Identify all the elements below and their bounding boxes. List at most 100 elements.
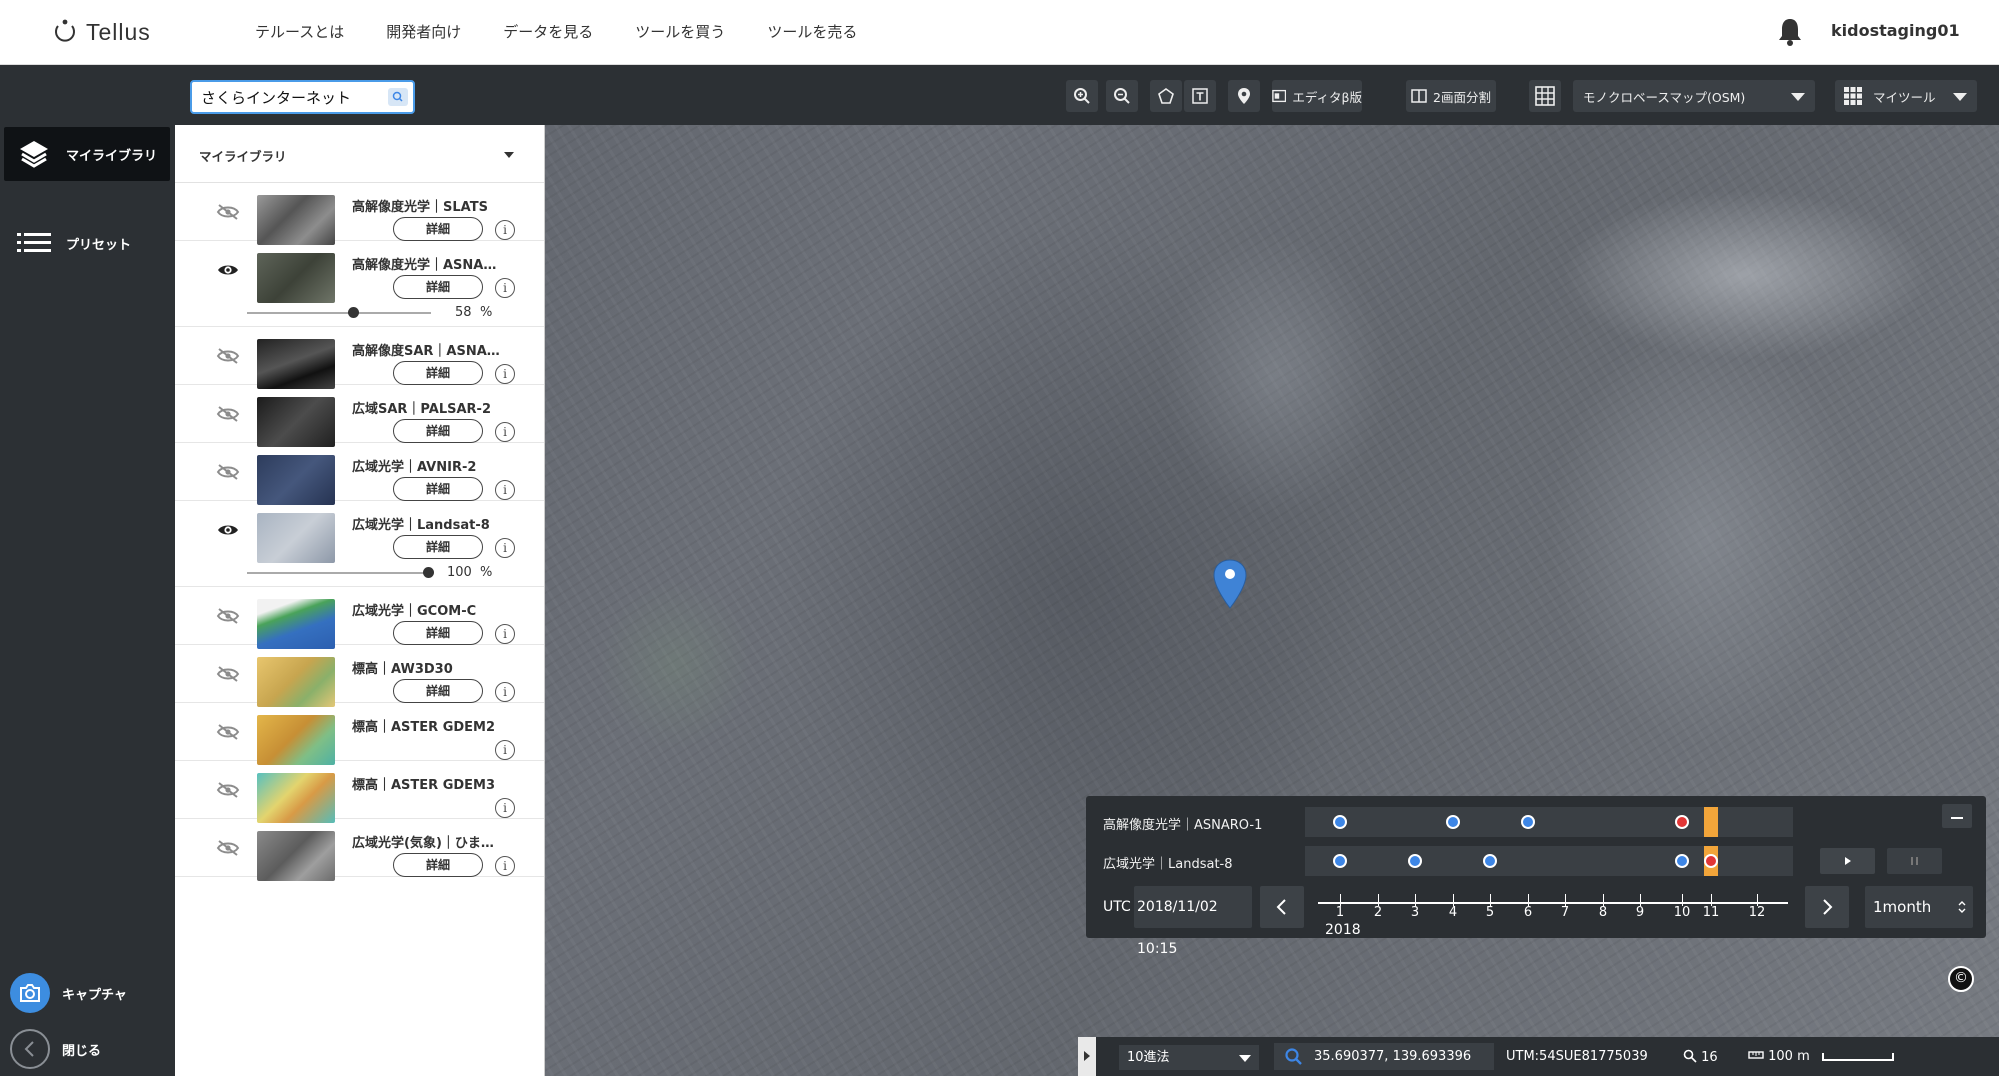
layer-row[interactable]: 広域SAR｜PALSAR-2 詳細 i bbox=[175, 385, 544, 447]
nav-sell-tools[interactable]: ツールを売る bbox=[767, 20, 857, 44]
pause-button[interactable] bbox=[1887, 848, 1942, 874]
layer-detail-button[interactable]: 詳細 bbox=[393, 419, 483, 443]
info-icon[interactable]: i bbox=[495, 422, 515, 442]
preset-button[interactable]: プリセット bbox=[4, 216, 170, 270]
nav-buy-tools[interactable]: ツールを買う bbox=[635, 20, 725, 44]
draw-polygon-button[interactable] bbox=[1150, 80, 1182, 112]
attribution-button[interactable]: © bbox=[1948, 966, 1974, 992]
layer-row[interactable]: 標高｜ASTER GDEM2 i bbox=[175, 703, 544, 765]
apps-grid-icon bbox=[1844, 87, 1862, 105]
opacity-track[interactable] bbox=[247, 312, 431, 314]
username[interactable]: kidostaging01 bbox=[1831, 21, 1960, 40]
split-screen-button[interactable]: 2画面分割 bbox=[1406, 80, 1496, 112]
my-tools-button[interactable]: マイツール bbox=[1835, 80, 1977, 112]
timeline-ruler[interactable]: 2018 1 2 3 4 5 6 7 8 9 10 11 12 bbox=[1318, 894, 1788, 938]
layer-detail-button[interactable]: 詳細 bbox=[393, 621, 483, 645]
capture-button[interactable]: キャプチャ bbox=[4, 966, 170, 1020]
info-icon[interactable]: i bbox=[495, 740, 515, 760]
info-icon[interactable]: i bbox=[495, 624, 515, 644]
place-search[interactable] bbox=[190, 80, 415, 114]
info-icon[interactable]: i bbox=[495, 538, 515, 558]
close-panel-button[interactable]: 閉じる bbox=[4, 1022, 170, 1076]
statusbar-toggle-button[interactable] bbox=[1078, 1037, 1096, 1076]
timeline-next-button[interactable] bbox=[1805, 886, 1849, 928]
chevron-down-icon[interactable] bbox=[504, 152, 514, 158]
my-library-button[interactable]: マイライブラリ bbox=[4, 127, 170, 181]
layer-detail-button[interactable]: 詳細 bbox=[393, 361, 483, 385]
layer-row[interactable]: 高解像度光学｜SLATS 詳細 i bbox=[175, 183, 544, 245]
layer-row[interactable]: 標高｜ASTER GDEM3 i bbox=[175, 761, 544, 823]
timeline-available-dot[interactable] bbox=[1408, 854, 1422, 868]
layer-detail-button[interactable]: 詳細 bbox=[393, 477, 483, 501]
timeline-prev-button[interactable] bbox=[1260, 886, 1304, 928]
timeline-available-dot[interactable] bbox=[1446, 815, 1460, 829]
bell-icon[interactable] bbox=[1776, 16, 1804, 46]
layer-row[interactable]: 標高｜AW3D30 詳細 i bbox=[175, 645, 544, 707]
minimize-timeline-button[interactable] bbox=[1942, 804, 1972, 828]
editor-beta-button[interactable]: エディタβ版 bbox=[1272, 80, 1362, 112]
coordinate-format-select[interactable]: 10進法 bbox=[1119, 1045, 1259, 1070]
timeline-available-dot[interactable] bbox=[1483, 854, 1497, 868]
eye-off-icon[interactable] bbox=[215, 463, 241, 481]
play-button[interactable] bbox=[1820, 848, 1875, 874]
layer-row[interactable]: 広域光学(気象)｜ひま… 詳細 i bbox=[175, 819, 544, 881]
nav-about[interactable]: テルースとは bbox=[255, 20, 344, 44]
layer-detail-button[interactable]: 詳細 bbox=[393, 853, 483, 877]
timeline-track-landsat[interactable] bbox=[1305, 846, 1793, 876]
opacity-slider[interactable]: 58% bbox=[247, 303, 517, 323]
layer-row[interactable]: 高解像度SAR｜ASNA… 詳細 i bbox=[175, 327, 544, 389]
location-pin-icon[interactable] bbox=[1212, 558, 1248, 610]
opacity-handle[interactable] bbox=[423, 567, 434, 578]
layer-detail-button[interactable]: 詳細 bbox=[393, 535, 483, 559]
info-icon[interactable]: i bbox=[495, 798, 515, 818]
panel-header[interactable]: マイライブラリ bbox=[175, 125, 544, 183]
eye-off-icon[interactable] bbox=[215, 781, 241, 799]
layer-row[interactable]: 広域光学｜GCOM-C 詳細 i bbox=[175, 587, 544, 649]
timeline-available-dot[interactable] bbox=[1675, 854, 1689, 868]
search-icon[interactable] bbox=[388, 88, 408, 106]
nav-view-data[interactable]: データを見る bbox=[503, 20, 593, 44]
eye-icon[interactable] bbox=[215, 261, 241, 279]
layer-row[interactable]: 広域光学｜Landsat-8 詳細 i 100% bbox=[175, 501, 544, 587]
opacity-handle[interactable] bbox=[348, 307, 359, 318]
timeline-available-dot[interactable] bbox=[1521, 815, 1535, 829]
eye-off-icon[interactable] bbox=[215, 839, 241, 857]
eye-off-icon[interactable] bbox=[215, 405, 241, 423]
info-icon[interactable]: i bbox=[495, 856, 515, 876]
opacity-slider[interactable]: 100% bbox=[247, 563, 517, 583]
layer-detail-button[interactable]: 詳細 bbox=[393, 679, 483, 703]
zoom-in-button[interactable] bbox=[1066, 80, 1098, 112]
eye-off-icon[interactable] bbox=[215, 347, 241, 365]
add-marker-button[interactable] bbox=[1228, 80, 1260, 112]
nav-developers[interactable]: 開発者向け bbox=[386, 20, 461, 44]
timeline-selected-dot[interactable] bbox=[1704, 854, 1718, 868]
layer-detail-button[interactable]: 詳細 bbox=[393, 275, 483, 299]
info-icon[interactable]: i bbox=[495, 220, 515, 240]
opacity-track[interactable] bbox=[247, 572, 431, 574]
layer-row[interactable]: 高解像度光学｜ASNA… 詳細 i 58% bbox=[175, 241, 544, 327]
info-icon[interactable]: i bbox=[495, 364, 515, 384]
draw-text-button[interactable] bbox=[1184, 80, 1216, 112]
timeline-selected-dot[interactable] bbox=[1675, 815, 1689, 829]
grid-toggle-button[interactable] bbox=[1529, 80, 1561, 112]
layer-thumbnail bbox=[257, 195, 335, 245]
eye-off-icon[interactable] bbox=[215, 723, 241, 741]
timeline-available-dot[interactable] bbox=[1333, 815, 1347, 829]
eye-off-icon[interactable] bbox=[215, 665, 241, 683]
eye-icon[interactable] bbox=[215, 521, 241, 539]
tellus-logo[interactable]: Tellus bbox=[52, 17, 151, 47]
eye-off-icon[interactable] bbox=[215, 607, 241, 625]
zoom-out-button[interactable] bbox=[1106, 80, 1138, 112]
interval-select[interactable]: 1month bbox=[1865, 886, 1973, 928]
info-icon[interactable]: i bbox=[495, 480, 515, 500]
timeline-available-dot[interactable] bbox=[1333, 854, 1347, 868]
timeline-track-asnaro[interactable] bbox=[1305, 807, 1793, 837]
basemap-select[interactable]: モノクロベースマップ(OSM) bbox=[1573, 80, 1815, 112]
layer-row[interactable]: 広域光学｜AVNIR-2 詳細 i bbox=[175, 443, 544, 505]
eye-off-icon[interactable] bbox=[215, 203, 241, 221]
info-icon[interactable]: i bbox=[495, 682, 515, 702]
coordinate-search[interactable]: 35.690377, 139.693396 bbox=[1274, 1043, 1494, 1070]
search-input[interactable] bbox=[201, 87, 381, 107]
info-icon[interactable]: i bbox=[495, 278, 515, 298]
layer-detail-button[interactable]: 詳細 bbox=[393, 217, 483, 241]
